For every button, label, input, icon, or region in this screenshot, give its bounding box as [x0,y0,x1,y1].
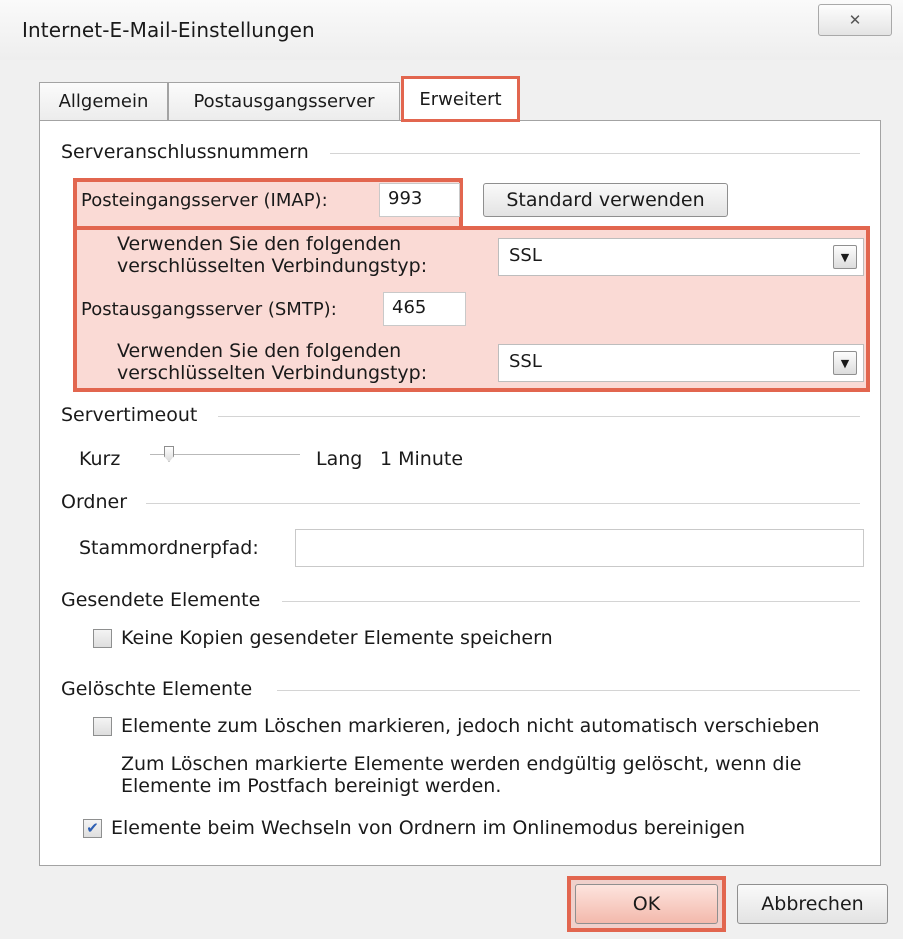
smtp-encryption-select[interactable]: SSL ▼ [498,344,864,382]
tab-postausgangsserver[interactable]: Postausgangsserver [168,82,400,120]
purge-on-switch-checkbox[interactable]: ✔ [83,819,102,838]
checkmark-icon: ✔ [86,819,99,837]
smtp-port-input[interactable]: 465 [383,292,466,326]
timeout-slider[interactable] [150,443,300,467]
deletion-note-line2: Elemente im Postfach bereinigt werden. [121,775,502,797]
deletion-note: Zum Löschen markierte Elemente werden en… [121,753,801,797]
no-copies-label[interactable]: Keine Kopien gesendeter Elemente speiche… [121,627,553,649]
settings-dialog: Internet-E-Mail-Einstellungen ✕ Allgemei… [0,0,903,939]
root-path-label: Stammordnerpfad: [79,537,259,559]
no-copies-checkbox[interactable] [93,629,112,648]
close-button[interactable]: ✕ [818,4,892,36]
group-label-server-ports: Serveranschlussnummern [61,141,309,163]
group-divider [330,153,860,154]
smtp-encryption-label-line2: verschlüsselten Verbindungstyp: [117,362,428,384]
group-label-sent-items: Gesendete Elemente [61,589,261,611]
group-divider [282,601,860,602]
tab-erweitert[interactable]: Erweitert [401,76,520,122]
group-divider [277,690,860,691]
ok-button[interactable]: OK [575,884,718,924]
chevron-down-icon[interactable]: ▼ [833,245,857,269]
imap-encryption-value: SSL [509,245,542,266]
timeout-long-label: Lang [316,448,363,470]
smtp-encryption-label-line1: Verwenden Sie den folgenden [117,340,402,362]
imap-encryption-label: Verwenden Sie den folgenden verschlüssel… [117,233,427,277]
use-default-button[interactable]: Standard verwenden [483,183,728,217]
root-path-input[interactable] [295,529,864,567]
chevron-down-icon[interactable]: ▼ [833,351,857,375]
group-divider [218,416,860,417]
tab-label: Postausgangsserver [193,91,375,112]
timeout-value: 1 Minute [380,448,464,470]
group-divider [146,503,860,504]
deletion-note-line1: Zum Löschen markierte Elemente werden en… [121,753,802,775]
timeout-short-label: Kurz [79,448,121,470]
imap-encryption-label-line1: Verwenden Sie den folgenden [117,233,402,255]
imap-port-input[interactable]: 993 [379,183,460,217]
dialog-footer: OK Abbrechen [0,866,903,939]
group-label-timeout: Servertimeout [61,404,198,426]
smtp-encryption-value: SSL [509,351,542,372]
smtp-encryption-label: Verwenden Sie den folgenden verschlüssel… [117,340,427,384]
tab-panel-erweitert: Serveranschlussnummern Posteingangsserve… [39,120,881,866]
imap-encryption-label-line2: verschlüsselten Verbindungstyp: [117,255,428,277]
group-label-deleted-items: Gelöschte Elemente [61,678,253,700]
window-title: Internet-E-Mail-Einstellungen [22,18,315,42]
mark-for-deletion-checkbox[interactable] [93,717,112,736]
smtp-label: Postausgangsserver (SMTP): [81,299,337,320]
purge-on-switch-label[interactable]: Elemente beim Wechseln von Ordnern im On… [111,817,745,839]
close-icon: ✕ [848,11,862,29]
slider-thumb[interactable] [164,446,174,462]
cancel-button[interactable]: Abbrechen [737,884,888,924]
tab-allgemein[interactable]: Allgemein [39,82,168,120]
group-label-folders: Ordner [61,491,128,513]
title-bar: Internet-E-Mail-Einstellungen ✕ [0,0,903,60]
tab-label: Allgemein [58,91,149,112]
tab-label: Erweitert [419,88,502,110]
imap-label: Posteingangsserver (IMAP): [81,190,328,211]
imap-encryption-select[interactable]: SSL ▼ [498,238,864,276]
mark-for-deletion-label[interactable]: Elemente zum Löschen markieren, jedoch n… [121,715,820,737]
